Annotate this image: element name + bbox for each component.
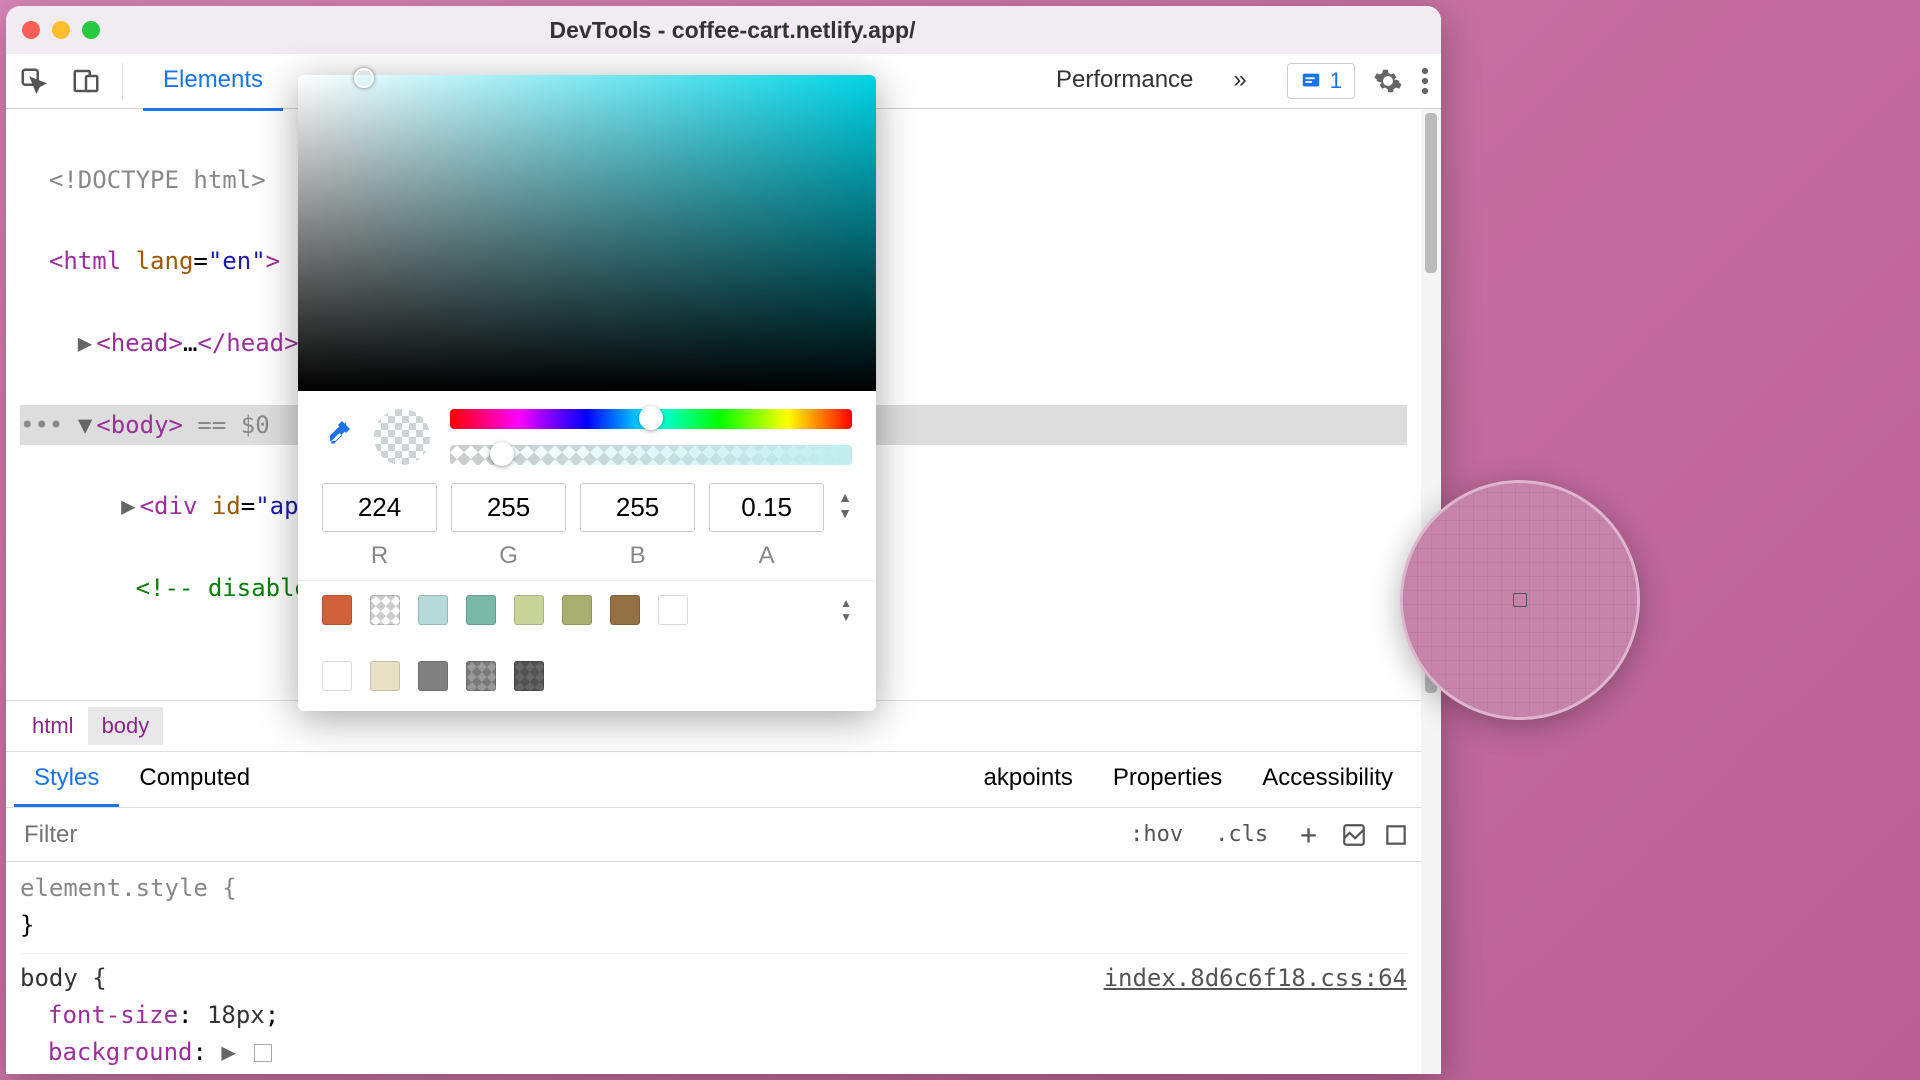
styles-pane[interactable]: element.style { } index.8d6c6f18.css:64 … <box>6 862 1421 1074</box>
inspect-element-icon[interactable] <box>18 65 50 97</box>
palette-swatch[interactable] <box>322 595 352 625</box>
subtab-properties[interactable]: Properties <box>1093 752 1242 807</box>
traffic-lights <box>22 21 100 39</box>
b-label: B <box>580 542 695 570</box>
eyedropper-magnifier <box>1400 480 1640 720</box>
device-toolbar-icon[interactable] <box>70 65 102 97</box>
palette-switcher[interactable]: ▲▼ <box>840 596 852 624</box>
window-title: DevTools - coffee-cart.netlify.app/ <box>100 17 1365 44</box>
crumb-body[interactable]: body <box>88 707 164 745</box>
palette-swatch[interactable] <box>322 661 352 691</box>
alpha-slider[interactable] <box>450 445 852 465</box>
palette-swatch[interactable] <box>418 595 448 625</box>
a-input[interactable] <box>709 483 824 532</box>
g-label: G <box>451 542 566 570</box>
filter-input[interactable] <box>18 815 1106 855</box>
color-picker-popup: R G B A ▲▼ ▲▼ <box>298 75 876 711</box>
magnifier-crosshair-icon <box>1513 593 1527 607</box>
color-mode-switcher[interactable]: ▲▼ <box>838 483 852 521</box>
g-input[interactable] <box>451 483 566 532</box>
eyedropper-icon[interactable] <box>322 421 354 453</box>
crumb-html[interactable]: html <box>18 707 88 745</box>
titlebar: DevTools - coffee-cart.netlify.app/ <box>6 6 1441 54</box>
b-input[interactable] <box>580 483 695 532</box>
css-property[interactable]: background <box>48 1038 193 1066</box>
palette-swatch[interactable] <box>466 661 496 691</box>
subtab-styles[interactable]: Styles <box>14 752 119 807</box>
palette-swatch[interactable] <box>514 661 544 691</box>
subtab-computed[interactable]: Computed <box>119 752 270 807</box>
close-window-button[interactable] <box>22 21 40 39</box>
color-preview-swatch <box>374 409 430 465</box>
more-tabs-button[interactable]: » <box>1213 52 1266 111</box>
a-label: A <box>709 542 824 570</box>
palette-swatch[interactable] <box>514 595 544 625</box>
palette-swatch[interactable] <box>370 595 400 625</box>
r-label: R <box>322 542 437 570</box>
palette-swatches: ▲▼ <box>298 580 876 711</box>
sv-handle[interactable] <box>354 68 374 88</box>
palette-swatch[interactable] <box>658 595 688 625</box>
zoom-window-button[interactable] <box>82 21 100 39</box>
element-style-selector[interactable]: element.style { <box>20 874 237 902</box>
cls-toggle[interactable]: .cls <box>1207 818 1276 851</box>
palette-swatch[interactable] <box>562 595 592 625</box>
palette-swatch[interactable] <box>466 595 496 625</box>
hue-slider[interactable] <box>450 409 852 429</box>
issues-icon <box>1300 70 1322 92</box>
settings-gear-icon[interactable] <box>1373 66 1403 96</box>
r-input[interactable] <box>322 483 437 532</box>
subtab-breakpoints[interactable]: akpoints <box>964 752 1093 807</box>
tab-elements[interactable]: Elements <box>143 52 283 111</box>
rule-source-link[interactable]: index.8d6c6f18.css:64 <box>1104 960 1407 997</box>
hov-toggle[interactable]: :hov <box>1122 818 1191 851</box>
issues-badge[interactable]: 1 <box>1287 63 1355 99</box>
alpha-handle[interactable] <box>490 442 514 466</box>
hue-handle[interactable] <box>639 406 663 430</box>
saturation-value-field[interactable] <box>298 75 876 391</box>
minimize-window-button[interactable] <box>52 21 70 39</box>
styles-toolbar: :hov .cls + <box>6 808 1421 862</box>
computed-styles-icon[interactable] <box>1341 822 1367 848</box>
tab-performance[interactable]: Performance <box>1036 52 1213 111</box>
css-property[interactable]: font-size <box>48 1001 178 1029</box>
subtab-accessibility[interactable]: Accessibility <box>1242 752 1413 807</box>
palette-swatch[interactable] <box>370 661 400 691</box>
more-menu-icon[interactable] <box>1421 66 1429 96</box>
new-style-rule-button[interactable]: + <box>1292 814 1325 855</box>
color-swatch-icon[interactable] <box>254 1044 272 1062</box>
rendering-icon[interactable] <box>1383 822 1409 848</box>
palette-swatch[interactable] <box>418 661 448 691</box>
palette-swatch[interactable] <box>610 595 640 625</box>
issues-count: 1 <box>1330 68 1342 94</box>
sidebar-tabs: Styles Computed akpoints Properties Acce… <box>6 752 1421 808</box>
